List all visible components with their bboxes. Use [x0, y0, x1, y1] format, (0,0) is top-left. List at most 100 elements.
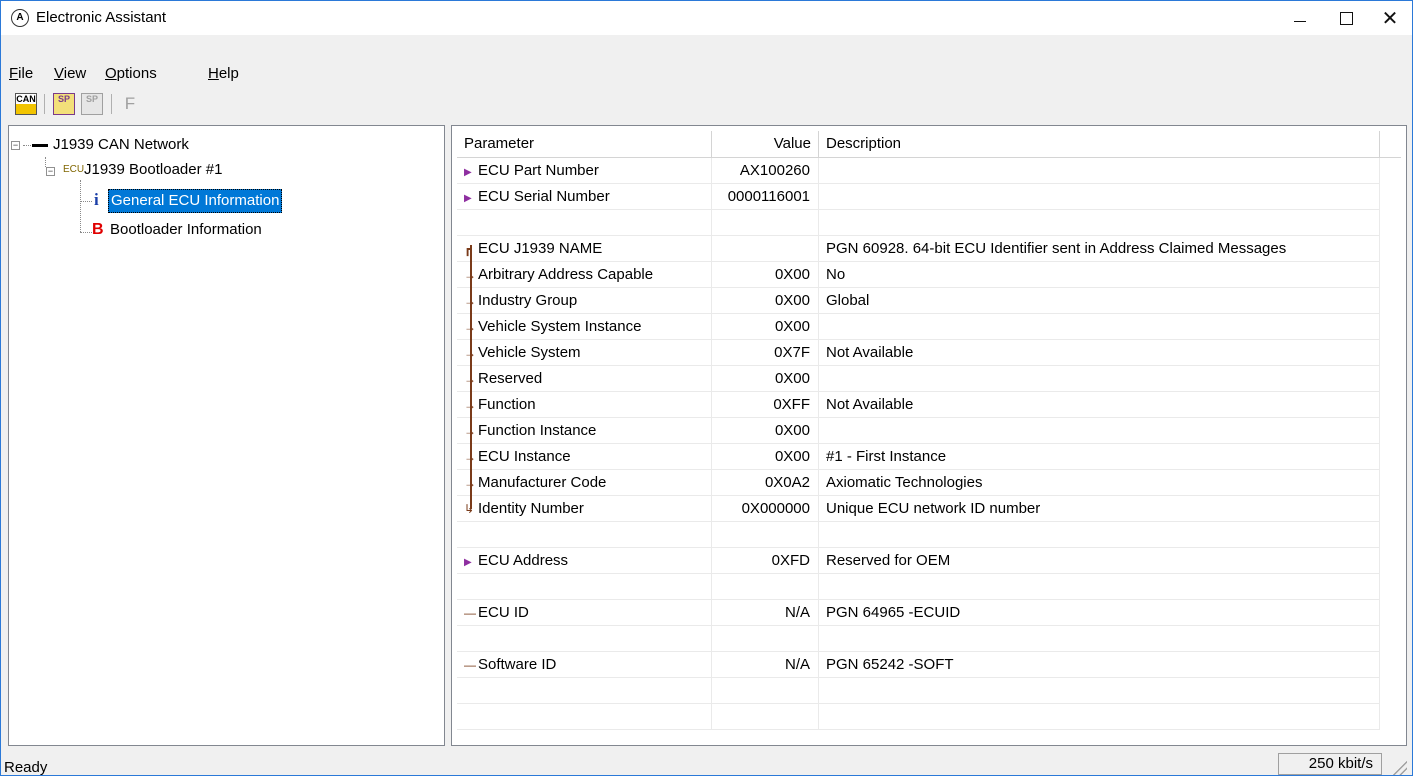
table-row[interactable] — [457, 704, 1380, 730]
parameter-label: Function Instance — [478, 422, 597, 439]
menu-options[interactable]: Options — [105, 65, 157, 82]
table-row[interactable] — [457, 574, 1380, 600]
parameter-cell: ▶ ECU Serial Number — [457, 184, 712, 210]
tree-connector — [80, 201, 92, 202]
parameter-cell: ↳ Identity Number — [457, 496, 712, 522]
description-cell — [819, 184, 1380, 210]
close-button[interactable]: ✕ — [1367, 1, 1413, 35]
table-row[interactable] — [457, 678, 1380, 704]
description-cell: PGN 64965 -ECUID — [819, 600, 1380, 626]
parameter-cell: ▶ ECU Address — [457, 548, 712, 574]
table-row[interactable]: →Reserved0X00 — [457, 366, 1380, 392]
table-row[interactable]: →ECU Instance0X00#1 - First Instance — [457, 444, 1380, 470]
description-cell — [819, 704, 1380, 730]
menu-file-accel: F — [9, 65, 19, 82]
value-cell — [712, 236, 819, 262]
value-cell: N/A — [712, 652, 819, 678]
description-cell — [819, 522, 1380, 548]
description-cell — [819, 314, 1380, 340]
value-cell: AX100260 — [712, 158, 819, 184]
menu-view-label: iew — [63, 65, 87, 82]
description-cell: PGN 65242 -SOFT — [819, 652, 1380, 678]
value-cell: 0000116001 — [712, 184, 819, 210]
parameter-label: Manufacturer Code — [478, 474, 607, 491]
status-text: Ready — [4, 759, 48, 776]
tree-pane[interactable]: − J1939 CAN Network − ECU J1939 Bootload… — [8, 125, 445, 746]
value-cell: 0X7F — [712, 340, 819, 366]
parameter-label: Reserved — [478, 370, 543, 387]
resize-grip[interactable] — [1391, 759, 1407, 775]
toolbar: CAN SP SP F — [1, 90, 1412, 120]
column-header-value[interactable]: Value — [712, 131, 819, 157]
parameter-grid[interactable]: Parameter Value Description ▶ ECU Part Nu… — [451, 125, 1407, 746]
maximize-button[interactable] — [1323, 1, 1369, 35]
parameter-cell: →Function — [457, 392, 712, 418]
tree-label-bootloader: J1939 Bootloader #1 — [84, 161, 223, 178]
menu-file-label: ile — [18, 65, 34, 82]
table-row[interactable]: — Software ID N/A PGN 65242 -SOFT — [457, 652, 1380, 678]
menu-options-accel: O — [105, 65, 117, 82]
value-cell: 0X00 — [712, 418, 819, 444]
app-icon: A — [11, 9, 29, 27]
table-row[interactable]: →Function0XFFNot Available — [457, 392, 1380, 418]
parameter-label: Vehicle System — [478, 344, 581, 361]
menu-help-accel: H — [208, 65, 219, 82]
can-connect-icon[interactable]: CAN — [15, 93, 37, 115]
column-header-description[interactable]: Description — [819, 131, 1380, 157]
table-row[interactable] — [457, 626, 1380, 652]
table-row[interactable]: →Function Instance0X00 — [457, 418, 1380, 444]
table-row[interactable]: →Manufacturer Code0X0A2Axiomatic Technol… — [457, 470, 1380, 496]
tree-connector — [80, 180, 81, 232]
bitrate-panel: 250 kbit/s — [1278, 753, 1382, 775]
parameter-cell: ┏ ECU J1939 NAME — [457, 236, 712, 262]
info-icon: i — [94, 190, 99, 209]
description-cell — [819, 678, 1380, 704]
table-row[interactable]: →Vehicle System Instance0X00 — [457, 314, 1380, 340]
menu-help[interactable]: Help — [208, 65, 239, 82]
open-setpoint-file-icon[interactable]: SP — [53, 93, 75, 115]
table-row[interactable]: →Vehicle System0X7FNot Available — [457, 340, 1380, 366]
parameter-label: Software ID — [478, 656, 557, 673]
value-cell: 0X00 — [712, 314, 819, 340]
parameter-cell: — ECU ID — [457, 600, 712, 626]
parameter-cell: →Vehicle System — [457, 340, 712, 366]
table-row[interactable]: — ECU ID N/A PGN 64965 -ECUID — [457, 600, 1380, 626]
minimize-button[interactable] — [1277, 1, 1323, 35]
flash-program-icon[interactable]: F — [119, 93, 141, 115]
tree-branch-icon: — — [464, 606, 476, 620]
tree-label-general-ecu-information: General ECU Information — [108, 189, 283, 213]
parameter-label: ECU J1939 NAME — [478, 240, 603, 257]
table-row[interactable]: ▶ ECU Part Number AX100260 — [457, 158, 1380, 184]
table-row[interactable]: ▶ ECU Serial Number 0000116001 — [457, 184, 1380, 210]
description-cell — [819, 626, 1380, 652]
bullet-icon: ▶ — [464, 557, 472, 568]
column-header-parameter[interactable]: Parameter — [457, 131, 712, 157]
table-row[interactable]: ┏ ECU J1939 NAME PGN 60928. 64-bit ECU Ide… — [457, 236, 1380, 262]
parameter-label: ECU ID — [478, 604, 529, 621]
window-title: Electronic Assistant — [36, 9, 167, 26]
tree-connector — [80, 232, 92, 233]
parameter-cell — [457, 626, 712, 652]
table-row[interactable]: →Industry Group0X00Global — [457, 288, 1380, 314]
parameter-label: Vehicle System Instance — [478, 318, 642, 335]
grid-header: Parameter Value Description — [457, 131, 1401, 158]
save-setpoint-file-icon[interactable]: SP — [81, 93, 103, 115]
description-cell: No — [819, 262, 1380, 288]
table-row[interactable] — [457, 210, 1380, 236]
collapse-icon[interactable]: − — [46, 167, 55, 176]
name-group-bracket — [470, 245, 472, 509]
parameter-label: ECU Part Number — [478, 162, 599, 179]
description-cell: Global — [819, 288, 1380, 314]
collapse-icon[interactable]: − — [11, 141, 20, 150]
description-cell: Not Available — [819, 340, 1380, 366]
parameter-cell: →Vehicle System Instance — [457, 314, 712, 340]
table-row[interactable]: →Arbitrary Address Capable0X00No — [457, 262, 1380, 288]
description-cell: Reserved for OEM — [819, 548, 1380, 574]
table-row[interactable]: ↳ Identity Number 0X000000 Unique ECU netwo… — [457, 496, 1380, 522]
table-row[interactable] — [457, 522, 1380, 548]
value-cell — [712, 626, 819, 652]
menu-view[interactable]: View — [54, 65, 86, 82]
table-row[interactable]: ▶ ECU Address 0XFD Reserved for OEM — [457, 548, 1380, 574]
menu-options-label: ptions — [116, 65, 157, 82]
menu-file[interactable]: File — [9, 65, 33, 82]
